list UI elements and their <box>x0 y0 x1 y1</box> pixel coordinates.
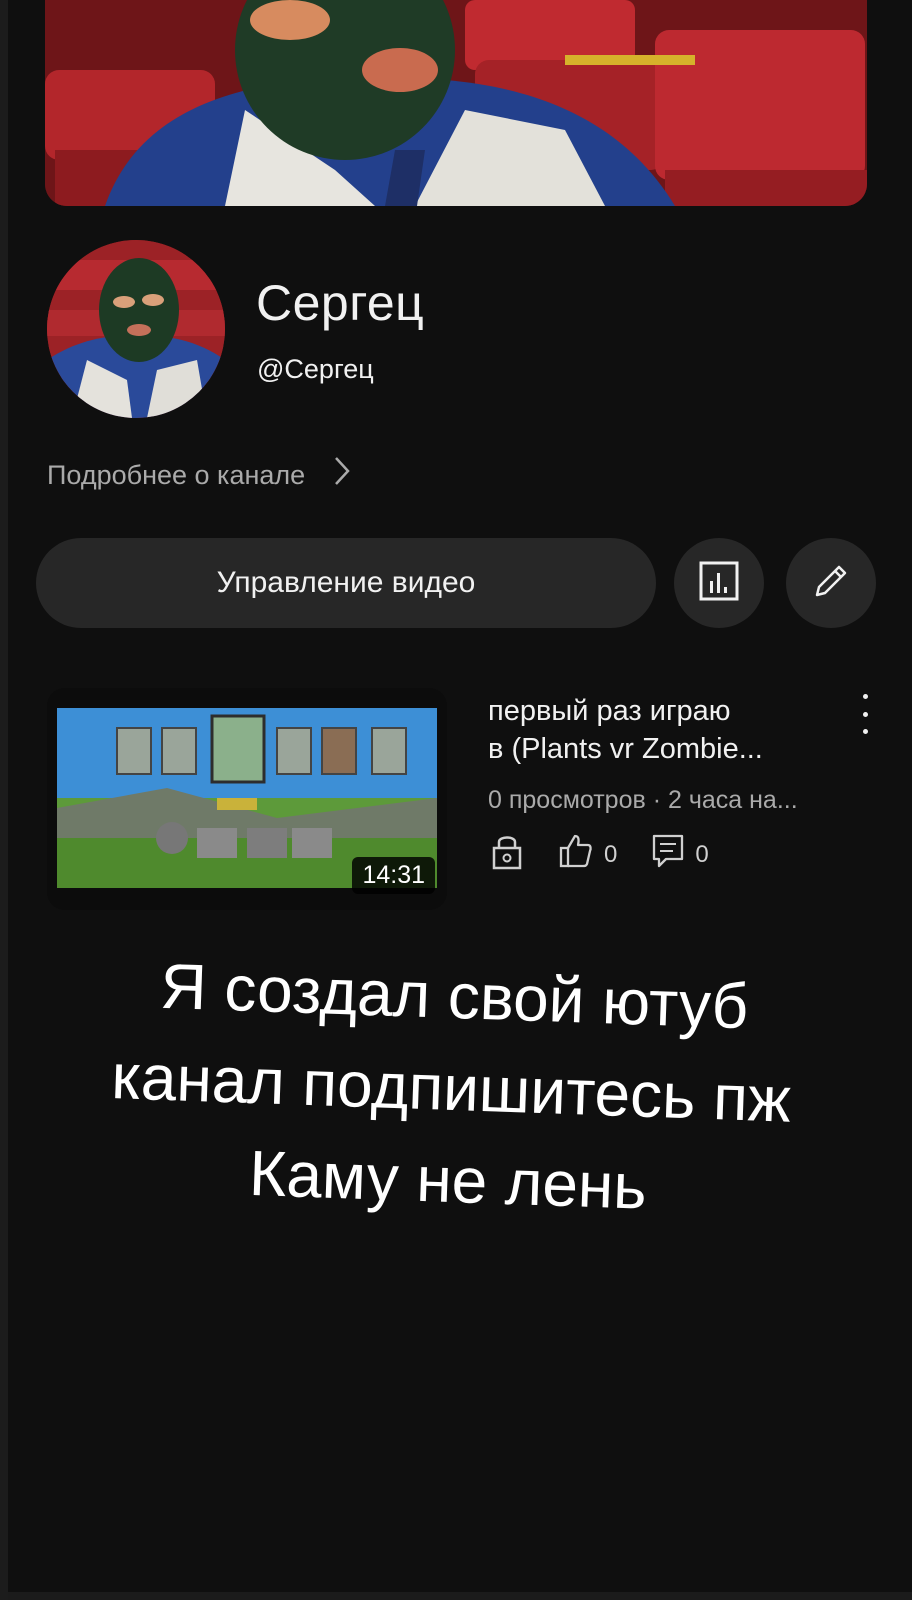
video-thumbnail[interactable]: 14:31 <box>47 688 447 910</box>
comment-icon <box>651 833 685 876</box>
comments-count: 0 <box>651 833 709 876</box>
video-duration: 14:31 <box>352 857 435 894</box>
manage-videos-button[interactable]: Управление видео <box>36 538 656 628</box>
avatar-image <box>47 240 225 418</box>
channel-details-label: Подробнее о канале <box>47 459 306 490</box>
visibility-status <box>490 832 524 877</box>
likes-value: 0 <box>604 840 618 868</box>
video-meta: 0 просмотров · 2 часа на... <box>488 786 798 814</box>
channel-handle: @Сергец <box>257 354 374 384</box>
chevron-right-icon <box>333 455 351 495</box>
channel-banner[interactable] <box>45 0 867 206</box>
manage-videos-label: Управление видео <box>216 566 476 599</box>
comments-value: 0 <box>695 840 709 868</box>
likes-count: 0 <box>558 833 617 876</box>
video-options-menu-icon[interactable] <box>855 694 875 734</box>
bottom-nav-edge <box>8 1592 912 1600</box>
video-stats: 0 0 <box>490 832 743 877</box>
pencil-icon <box>809 559 853 608</box>
thumbs-up-icon <box>558 833 594 876</box>
analytics-icon <box>697 559 741 608</box>
channel-avatar[interactable] <box>47 240 225 418</box>
video-title-line-1: первый раз играю <box>488 695 731 727</box>
left-edge-strip <box>0 0 8 1600</box>
channel-name: Сергец <box>256 275 425 331</box>
overlay-caption: Я создал свой ютуб канал подпишитесь пж … <box>0 934 912 1242</box>
video-title[interactable]: первый раз играю в (Plants vr Zombie... <box>488 692 838 768</box>
banner-image <box>45 0 867 206</box>
video-title-line-2: в (Plants vr Zombie... <box>488 733 763 765</box>
analytics-button[interactable] <box>674 538 764 628</box>
channel-details-link[interactable]: Подробнее о канале <box>47 455 351 495</box>
edit-channel-button[interactable] <box>786 538 876 628</box>
lock-icon <box>490 832 524 877</box>
